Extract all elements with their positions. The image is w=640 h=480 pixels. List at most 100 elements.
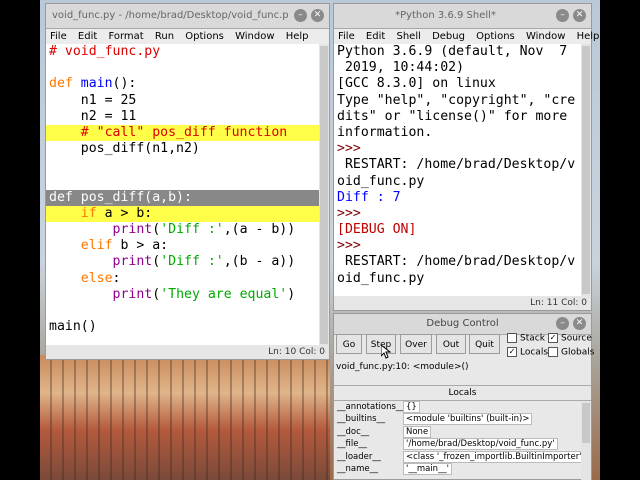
code-line[interactable]: if a > b: [46, 205, 319, 223]
source-label: Source [561, 333, 592, 344]
locals-list: __annotations__{} __builtins__ <module 'bu… [334, 401, 581, 480]
local-value[interactable]: None [403, 425, 432, 438]
editor-title: void_func.py - /home/brad/Desktop/void_f… [52, 10, 289, 21]
checkbox-box[interactable] [507, 333, 517, 343]
shell-line[interactable]: RESTART: /home/brad/Desktop/v [334, 157, 581, 173]
checkbox-box[interactable] [548, 347, 558, 357]
locals-row: __file__ '/home/brad/Desktop/void_func.py… [334, 438, 581, 451]
code-line[interactable]: else: [46, 271, 319, 287]
shell-line[interactable]: 2019, 10:44:02) [334, 60, 581, 76]
code-line[interactable]: def pos_diff(a,b): [46, 189, 319, 206]
editor-menubar: File Edit Format Run Options Window Help [46, 29, 329, 45]
code-line[interactable]: main() [46, 319, 319, 335]
local-value[interactable]: <module 'builtins' (built-in)> [403, 413, 533, 426]
stack-checkbox[interactable]: Stack [507, 333, 545, 344]
shell-line[interactable]: oid_func.py [334, 174, 581, 190]
local-value[interactable]: '__main__' [403, 462, 452, 475]
code-line[interactable]: elif b > a: [46, 238, 319, 254]
shell-output[interactable]: Python 3.6.9 (default, Nov 7 2019, 10:44… [334, 44, 581, 296]
local-value[interactable]: <class '_frozen_importlib.BuiltinImporte… [403, 450, 581, 463]
menu-edit[interactable]: Edit [366, 31, 385, 42]
local-name: __loader__ [337, 451, 381, 462]
code-line[interactable]: n1 = 25 [46, 93, 319, 109]
shell-scroll-thumb[interactable] [582, 46, 590, 294]
quit-button[interactable]: Quit [469, 334, 500, 354]
shell-line[interactable]: oid_func.py [334, 271, 581, 287]
source-checkbox[interactable]: ✓ Source [548, 333, 592, 344]
menu-options[interactable]: Options [185, 31, 224, 42]
code-line[interactable]: print('Diff :',(b - a)) [46, 254, 319, 270]
menu-file[interactable]: File [338, 31, 355, 42]
minimize-icon[interactable]: – [294, 9, 307, 22]
local-name: __name__ [337, 463, 379, 474]
locals-row: __loader__ <class '_frozen_importlib.Buil… [334, 450, 581, 463]
menu-help[interactable]: Help [286, 31, 309, 42]
close-icon[interactable]: ✕ [573, 9, 586, 22]
locals-title: Locals [448, 388, 477, 398]
shell-line[interactable]: [GCC 8.3.0] on linux [334, 76, 581, 92]
shell-line[interactable]: Type "help", "copyright", "cre [334, 93, 581, 109]
menu-file[interactable]: File [50, 31, 67, 42]
code-line[interactable]: pos_diff(n1,n2) [46, 141, 319, 157]
debug-titlebar[interactable]: Debug Control – ✕ [334, 314, 591, 335]
check-icon[interactable]: ✓ [507, 347, 517, 357]
shell-line[interactable]: >>> [334, 238, 581, 254]
shell-line[interactable]: [DEBUG ON] [334, 222, 581, 238]
shell-line[interactable]: Python 3.6.9 (default, Nov 7 [334, 44, 581, 60]
code-line[interactable] [46, 157, 319, 173]
menu-debug[interactable]: Debug [432, 31, 465, 42]
local-value[interactable]: '/home/brad/Desktop/void_func.py' [403, 438, 558, 451]
go-button[interactable]: Go [336, 334, 362, 354]
code-line[interactable] [46, 174, 319, 190]
menu-edit[interactable]: Edit [78, 31, 97, 42]
code-line[interactable]: print('They are equal') [46, 287, 319, 303]
locals-scrollbar[interactable] [581, 401, 591, 480]
locals-row: __builtins__ <module 'builtins' (built-in… [334, 413, 581, 426]
shell-line[interactable]: information. [334, 125, 581, 141]
locals-checkbox[interactable]: ✓ Locals [507, 347, 548, 358]
editor-scroll-thumb[interactable] [320, 46, 328, 344]
local-value[interactable]: {} [403, 401, 420, 413]
menu-options[interactable]: Options [476, 31, 515, 42]
menu-window[interactable]: Window [526, 31, 565, 42]
minimize-icon[interactable]: – [556, 317, 569, 330]
over-button[interactable]: Over [400, 334, 432, 354]
local-name: __builtins__ [337, 414, 386, 425]
shell-line[interactable]: RESTART: /home/brad/Desktop/v [334, 254, 581, 270]
editor-window: void_func.py - /home/brad/Desktop/void_f… [45, 3, 330, 360]
editor-titlebar[interactable]: void_func.py - /home/brad/Desktop/void_f… [46, 4, 329, 29]
globals-checkbox[interactable]: Globals [548, 347, 594, 358]
shell-line[interactable]: Diff : 7 [334, 190, 581, 206]
locals-scroll-thumb[interactable] [582, 403, 590, 443]
code-line[interactable] [46, 60, 319, 76]
locals-row: __doc__ None [334, 425, 581, 438]
code-line[interactable]: # void_func.py [46, 44, 319, 60]
shell-menubar: File Edit Shell Debug Options Window Hel… [334, 29, 599, 45]
code-line[interactable]: print('Diff :',(a - b)) [46, 222, 319, 238]
menu-run[interactable]: Run [155, 31, 174, 42]
shell-line[interactable]: dits" or "license()" for more [334, 109, 581, 125]
menu-window[interactable]: Window [235, 31, 274, 42]
editor-scrollbar[interactable] [319, 44, 329, 346]
shell-titlebar[interactable]: *Python 3.6.9 Shell* – ✕ [334, 4, 591, 29]
menu-help[interactable]: Help [577, 31, 600, 42]
shell-title: *Python 3.6.9 Shell* [395, 10, 496, 21]
shell-scrollbar[interactable] [581, 44, 591, 296]
stack-frame-line[interactable]: void_func.py:10: <module>() [336, 361, 586, 373]
menu-format[interactable]: Format [108, 31, 143, 42]
menu-shell[interactable]: Shell [396, 31, 420, 42]
shell-line[interactable]: >>> [334, 206, 581, 222]
code-line[interactable]: def main(): [46, 76, 319, 92]
debug-title: Debug Control [426, 318, 499, 329]
minimize-icon[interactable]: – [556, 9, 569, 22]
shell-line[interactable]: >>> [334, 141, 581, 157]
stack-label: Stack [520, 333, 545, 344]
out-button[interactable]: Out [436, 334, 466, 354]
code-editor[interactable]: # void_func.pydef main(): n1 = 25 n2 = 1… [46, 44, 319, 346]
close-icon[interactable]: ✕ [311, 9, 324, 22]
code-line[interactable] [46, 303, 319, 319]
code-line[interactable]: # "call" pos_diff function [46, 124, 319, 142]
check-icon[interactable]: ✓ [548, 333, 558, 343]
close-icon[interactable]: ✕ [573, 317, 586, 330]
code-line[interactable]: n2 = 11 [46, 109, 319, 125]
